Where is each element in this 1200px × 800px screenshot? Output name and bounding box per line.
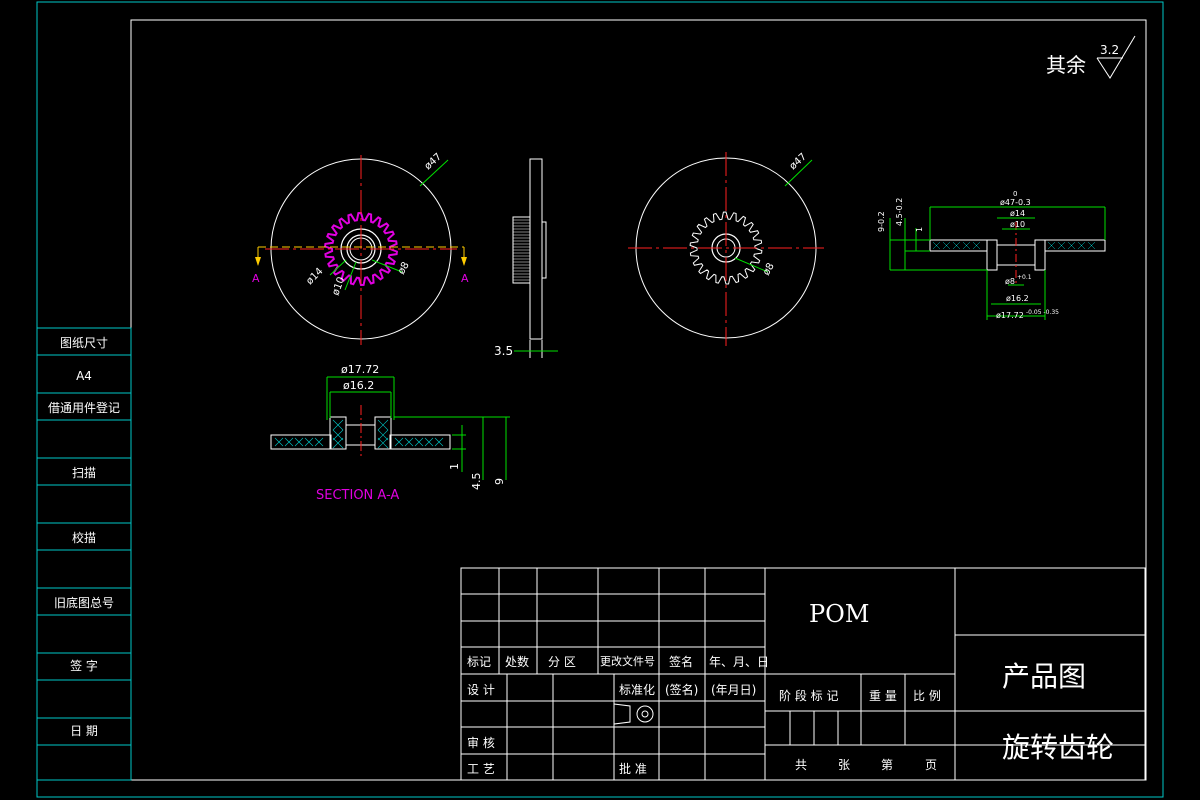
- scale-label: 比 例: [913, 689, 941, 703]
- strip-trace: 校描: [71, 531, 96, 545]
- strip-paper-size: 图纸尺寸: [59, 336, 108, 350]
- hdr-sign: 签名: [669, 655, 694, 669]
- review-label: 审 核: [467, 736, 495, 750]
- section-h45-label: 4.5: [470, 473, 483, 491]
- hdr-zone: 分 区: [548, 655, 576, 669]
- section-d162-label: ø16.2: [343, 379, 374, 392]
- standardize-label: 标准化: [619, 683, 656, 697]
- strip-old-number: 旧底图总号: [53, 596, 114, 610]
- sign-label: (签名): [665, 683, 699, 697]
- right-d1772-label: ø17.72: [996, 311, 1024, 320]
- drawing-type: 产品图: [1002, 660, 1087, 693]
- right-d10-label: ø10: [1010, 220, 1025, 229]
- right-d162-label: ø16.2: [1006, 294, 1029, 303]
- front-d47-label: ø47: [423, 151, 444, 172]
- front-d10-label: ø10: [330, 276, 347, 297]
- design-label: 设 计: [467, 683, 495, 697]
- right-d1772-tol: -0.05 -0.35: [1026, 309, 1059, 316]
- right-h9-label: 9-0.2: [877, 211, 886, 232]
- section-mark-left: A: [252, 272, 260, 285]
- sheets-no: 第: [881, 758, 894, 772]
- section-mark-right: A: [461, 272, 469, 285]
- right-section-view: [889, 206, 1106, 320]
- right-d8-tol: +0.1: [1017, 274, 1032, 281]
- section-title: SECTION A-A: [316, 488, 399, 503]
- left-strip: [36, 327, 132, 781]
- right-h1-label: 1: [915, 227, 924, 232]
- back-d8-label: ø8: [761, 261, 777, 277]
- outer-border: [36, 1, 1164, 798]
- back-d47-label: ø47: [788, 151, 809, 172]
- part-name: 旋转齿轮: [1002, 731, 1115, 764]
- right-d47-label: ø47-0.3: [1000, 198, 1031, 207]
- strip-date: 日 期: [70, 724, 98, 738]
- strip-common-parts: 借通用件登记: [47, 401, 120, 415]
- roughness-value: 3.2: [1100, 43, 1119, 57]
- strip-signature: 签 字: [70, 659, 98, 673]
- section-view: [270, 376, 510, 480]
- hdr-change-doc: 更改文件号: [600, 655, 655, 668]
- back-view: [628, 152, 824, 346]
- approve-label: 批 准: [619, 762, 647, 776]
- section-d1772-label: ø17.72: [341, 363, 379, 376]
- stage-label: 阶 段 标 记: [779, 689, 839, 703]
- side-view: [512, 158, 558, 358]
- roughness-prefix: 其余: [1046, 53, 1086, 77]
- right-top-tol: 0: [1013, 190, 1017, 198]
- strip-a4: A4: [76, 369, 92, 383]
- section-h1-label: 1: [448, 463, 461, 470]
- front-d8-label: ø8: [396, 260, 412, 276]
- side-thick-label: 3.5: [494, 344, 513, 358]
- weight-label: 重 量: [869, 689, 897, 703]
- material-label: POM: [809, 600, 870, 628]
- section-h9-label: 9: [493, 478, 506, 485]
- front-d14-label: ø14: [304, 266, 325, 287]
- process-label: 工 艺: [467, 762, 495, 776]
- front-view: [255, 155, 467, 345]
- strip-scan: 扫描: [71, 466, 96, 480]
- right-d14-label: ø14: [1010, 209, 1025, 218]
- sheets-total: 共: [795, 758, 808, 772]
- hdr-mark: 标记: [467, 655, 492, 669]
- right-d8-label: ø8: [1005, 277, 1015, 286]
- sheets-unit: 张: [838, 758, 851, 772]
- sheets-page: 页: [925, 758, 938, 772]
- date-label: (年月日): [711, 683, 757, 697]
- hdr-count: 处数: [505, 655, 530, 669]
- right-h45-label: 4.5-0.2: [895, 198, 904, 226]
- hdr-date: 年、月、日: [709, 655, 770, 669]
